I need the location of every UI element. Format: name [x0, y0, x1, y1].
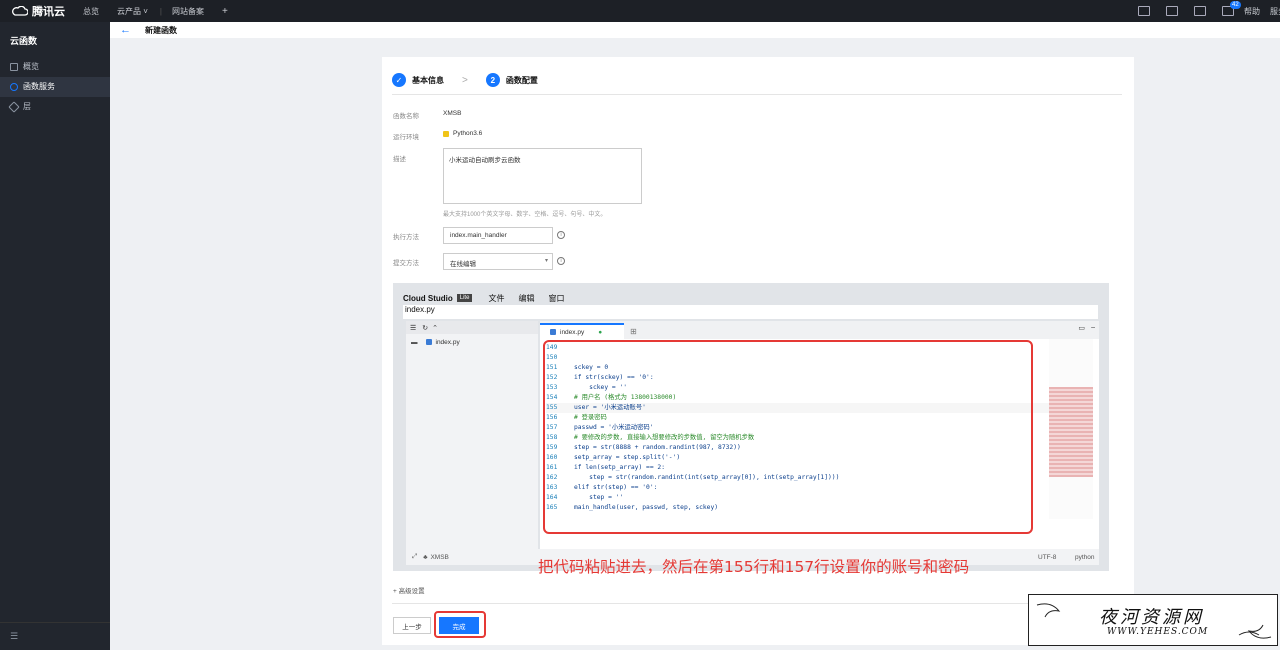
menu-window[interactable]: 窗口 — [548, 293, 564, 304]
maximize-icon[interactable]: ▭ — [1078, 324, 1085, 332]
cloud-icon — [12, 6, 28, 16]
service-link[interactable]: 服务 — [1270, 6, 1280, 17]
brand-name: 腾讯云 — [32, 6, 65, 18]
description-hint: 最大支持1000个英文字母、数字、空格、逗号、句号、中文。 — [443, 212, 607, 218]
handler-input[interactable]: index.main_handler — [443, 227, 553, 244]
expand-icon[interactable]: ⤢ — [412, 553, 417, 561]
minimize-icon[interactable]: – — [1091, 324, 1095, 331]
handler-label: 执行方法 — [393, 234, 419, 241]
submit-method-select[interactable]: 在线编辑 ▾ — [443, 253, 553, 270]
top-bar: 腾讯云 总览 云产品 ˅ | 网站备案 + 42 帮助 服务 — [0, 0, 1280, 22]
python-file-icon — [425, 339, 432, 345]
info-icon[interactable]: i — [557, 231, 565, 239]
watermark-title: 夜河资源网 — [1099, 607, 1204, 628]
code-highlight-box — [543, 340, 1033, 534]
runtime-text: Python3.6 — [453, 130, 483, 137]
python-file-icon — [550, 329, 556, 335]
name-label: 函数名称 — [393, 113, 419, 120]
previous-button[interactable]: 上一步 — [393, 617, 431, 634]
workorder-icon[interactable] — [1166, 6, 1178, 16]
apps-icon[interactable] — [1138, 6, 1150, 16]
step-number-icon: 2 — [485, 73, 500, 87]
tree-file-name: index.py — [435, 338, 460, 346]
nav-overview[interactable]: 总览 — [83, 6, 99, 17]
button-divider — [392, 603, 1122, 604]
cloud-studio-header: Cloud Studio Lite 文件 编辑 窗口 — [403, 291, 1098, 305]
sidebar-title: 云函数 — [10, 36, 38, 46]
help-link[interactable]: 帮助 — [1244, 6, 1260, 17]
description-textarea[interactable]: 小米运动自动刷步云函数 — [443, 148, 642, 204]
sidebar-item-layers[interactable]: 层 — [0, 97, 110, 117]
step-basic-info[interactable]: 基本信息 — [412, 75, 444, 86]
sidebar-item-label: 函数服务 — [23, 82, 55, 91]
nav-products[interactable]: 云产品 ˅ — [117, 6, 148, 17]
menu-file[interactable]: 文件 — [488, 293, 504, 304]
python-icon — [443, 130, 449, 137]
sidebar-item-label: 概览 — [23, 62, 39, 71]
step-function-config: 函数配置 — [505, 75, 538, 85]
watermark-url: WWW.YEHES.COM — [1107, 627, 1209, 637]
finish-highlight-box — [434, 611, 486, 638]
name-value: XMSB — [443, 110, 462, 117]
editor-tabs: index.py ● ⊞ ▭ – — [540, 321, 1099, 339]
desc-label: 描述 — [393, 156, 406, 163]
file-explorer: ☰ ↻ ⌃ ▬ index.py — [406, 321, 538, 549]
minimap[interactable] — [1049, 339, 1093, 519]
collapse-icon[interactable]: ⌃ — [432, 324, 438, 332]
message-icon[interactable]: 42 — [1222, 1, 1241, 16]
caret-down-icon: ▾ — [544, 258, 548, 264]
tencent-cloud-logo[interactable]: 腾讯云 — [12, 3, 65, 19]
sidebar-collapse-icon[interactable]: ☰ — [0, 622, 110, 650]
info-icon[interactable]: i — [557, 257, 565, 265]
sidebar: 云函数 概览 函数服务 层 ☰ — [0, 22, 110, 650]
step-chevron-icon: > — [462, 74, 468, 86]
minimap-highlight — [1049, 387, 1093, 477]
advanced-settings-toggle[interactable]: + 高级设置 — [393, 585, 425, 595]
submit-method-value: 在线编辑 — [450, 261, 476, 268]
status-project: XMSB — [430, 553, 449, 561]
function-icon — [10, 83, 18, 91]
nav-icp[interactable]: 网站备案 — [172, 6, 204, 17]
tree-file[interactable]: ▬ index.py — [411, 336, 538, 348]
instruction-annotation: 把代码粘贴进去，然后在第155行和157行设置你的账号和密码 — [538, 558, 970, 576]
page-header: ← 新建函数 — [110, 22, 1280, 38]
menu-edit[interactable]: 编辑 — [518, 293, 534, 304]
watermark: 夜河资源网 WWW.YEHES.COM — [1028, 594, 1278, 646]
folder-icon: ▬ — [411, 338, 418, 346]
studio-brand: Cloud Studio — [403, 293, 453, 303]
nav-divider: | — [159, 6, 162, 16]
page-title: 新建函数 — [145, 25, 177, 35]
grid-icon — [10, 63, 18, 71]
runtime-value: Python3.6 — [443, 130, 482, 137]
tab-label: index.py — [560, 328, 585, 336]
back-arrow-icon[interactable]: ← — [120, 24, 131, 36]
tab-index-py[interactable]: index.py ● — [540, 323, 624, 339]
stepper: ✓ 基本信息 > 2 函数配置 — [392, 66, 1122, 95]
status-encoding[interactable]: UTF-8 — [1038, 554, 1056, 561]
outline-icon[interactable]: ☰ — [410, 324, 416, 332]
submit-method-label: 提交方法 — [393, 260, 419, 267]
status-language[interactable]: python — [1075, 554, 1095, 561]
modified-dot-icon: ● — [598, 328, 603, 336]
split-editor-icon[interactable]: ⊞ — [630, 327, 637, 336]
refresh-icon[interactable]: ↻ — [422, 324, 428, 332]
sidebar-item-overview[interactable]: 概览 — [0, 57, 110, 77]
file-path: index.py — [403, 305, 1098, 319]
runtime-label: 运行环境 — [393, 134, 419, 141]
explorer-toolbar: ☰ ↻ ⌃ — [406, 321, 538, 334]
sidebar-item-functions[interactable]: 函数服务 — [0, 77, 110, 97]
layer-icon — [8, 101, 20, 113]
message-badge: 42 — [1230, 1, 1241, 9]
sidebar-item-label: 层 — [23, 102, 31, 111]
document-icon[interactable] — [1194, 6, 1206, 16]
project-icon: ♣ — [423, 553, 428, 561]
add-icon[interactable]: + — [222, 6, 228, 17]
lite-badge: Lite — [456, 294, 473, 302]
step-done-icon: ✓ — [392, 73, 406, 87]
